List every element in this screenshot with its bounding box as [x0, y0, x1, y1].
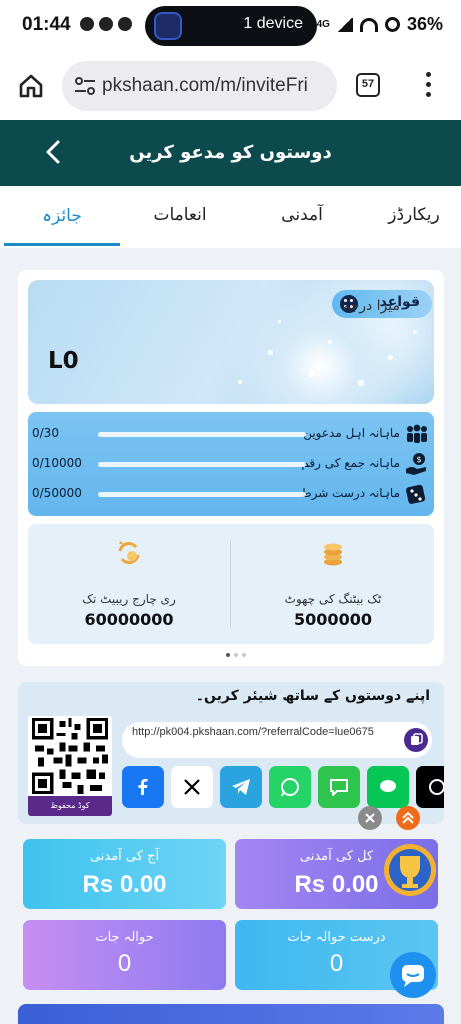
x-icon[interactable]: [171, 766, 213, 808]
sparkle: [358, 380, 364, 386]
rebate-recharge: ری چارج ریبیٹ تک 60000000: [28, 524, 230, 644]
progress-label: ماہانہ درست شرط: [300, 486, 400, 500]
money-hand-icon: $: [406, 453, 426, 475]
tab-earnings[interactable]: آمدنی: [262, 205, 342, 225]
my-level-label: میرا درجہ: [342, 298, 400, 314]
today-earnings-value: Rs 0.00: [82, 871, 167, 898]
sparkle: [238, 380, 242, 384]
dice-icon: [406, 484, 426, 504]
status-time: 01:44: [22, 14, 71, 35]
site-settings-icon[interactable]: [74, 76, 96, 96]
monthly-progress-panel: ماہانہ اہل مدعوین 0/30 $ ماہانہ جمع کی ر…: [28, 412, 434, 516]
status-bar: 01:44 1 device 4G 36%: [0, 0, 461, 52]
rebate-title: ٹک بیٹنگ کی چھوٹ: [284, 592, 382, 606]
next-section-card: [18, 1004, 444, 1024]
chat-notification-icon: [99, 17, 113, 31]
rebate-betting: ٹک بیٹنگ کی چھوٹ 5000000: [232, 524, 434, 644]
tab-records[interactable]: ریکارڈز: [374, 205, 454, 225]
progress-label: ماہانہ جمع کی رقم: [301, 456, 400, 470]
sms-icon[interactable]: [318, 766, 360, 808]
progress-track: [98, 462, 306, 467]
collapse-icon[interactable]: [358, 806, 382, 830]
progress-row-invitees: ماہانہ اہل مدعوین 0/30: [28, 420, 434, 450]
level-value: L0: [48, 348, 79, 374]
referral-link: http://pk004.pkshaan.com/?referralCode=l…: [132, 726, 374, 738]
telegram-icon[interactable]: [220, 766, 262, 808]
threads-icon[interactable]: [416, 766, 444, 808]
network-type: 4G: [316, 19, 330, 30]
sparkle: [268, 350, 273, 355]
progress-value: 0/10000: [32, 456, 82, 470]
battery-percent: 36%: [406, 14, 443, 34]
people-icon: [407, 424, 427, 443]
device-pill[interactable]: 1 device: [145, 6, 317, 46]
sparkle: [413, 330, 417, 334]
sparkle: [388, 355, 393, 360]
line-icon[interactable]: [367, 766, 409, 808]
referrals-label: حوالہ جات: [95, 930, 154, 945]
progress-value: 0/50000: [32, 486, 82, 500]
level-banner: قواعد میرا درجہ L0: [28, 280, 434, 404]
today-earnings-label: آج کی آمدنی: [89, 849, 160, 864]
share-card: اپنے دوستوں کے ساتھ شیئر کریں۔ کوڈ محفوظ…: [18, 682, 444, 824]
whatsapp-icon[interactable]: [269, 766, 311, 808]
progress-row-deposit: $ ماہانہ جمع کی رقم 0/10000: [28, 450, 434, 480]
device-pill-label: 1 device: [243, 15, 303, 32]
notification-icons: [80, 17, 132, 31]
instagram-notification-icon: [118, 17, 132, 31]
referrals-value: 0: [117, 950, 132, 977]
system-indicators: 4G 36%: [317, 14, 443, 35]
url-text: pkshaan.com/m/inviteFri: [102, 75, 308, 96]
sparkle: [328, 340, 332, 344]
rebates-panel: ٹک بیٹنگ کی چھوٹ 5000000 ری چارج ریبیٹ ت…: [28, 524, 434, 644]
progress-value: 0/30: [32, 426, 59, 440]
scroll-top-icon[interactable]: [396, 806, 420, 830]
valid-referrals-label: درست حوالہ جات: [287, 930, 386, 945]
more-menu-icon[interactable]: [426, 72, 432, 98]
overview-card: قواعد میرا درجہ L0 ماہانہ اہل مدعوین 0/3…: [18, 270, 444, 666]
sparkle: [308, 370, 315, 377]
social-share-row: [122, 766, 444, 810]
tab-bar: ریکارڈز آمدنی انعامات جائزہ: [0, 186, 461, 248]
signal-icon: [336, 17, 353, 32]
page-title: دوستوں کو مدعو کریں: [129, 142, 332, 163]
rebate-title: ری چارج ریبیٹ تک: [82, 592, 176, 606]
referrals-card: حوالہ جات 0: [23, 920, 226, 990]
address-bar[interactable]: pkshaan.com/m/inviteFri: [62, 61, 337, 111]
active-tab-indicator: [4, 243, 120, 246]
tab-switcher-button[interactable]: 57: [356, 73, 380, 97]
share-title: اپنے دوستوں کے ساتھ شیئر کریں۔: [195, 688, 430, 704]
whatsapp-notification-icon: [80, 17, 94, 31]
qr-code: [32, 718, 108, 794]
support-chat-button[interactable]: [390, 952, 436, 998]
referral-link-box[interactable]: http://pk004.pkshaan.com/?referralCode=l…: [122, 722, 432, 758]
page-header: دوستوں کو مدعو کریں: [0, 120, 461, 186]
recharge-cycle-icon: [118, 541, 140, 564]
tab-overview[interactable]: جائزہ: [22, 205, 102, 226]
carousel-pager: [226, 653, 246, 657]
coins-icon: [324, 543, 342, 566]
rebate-value: 60000000: [84, 610, 174, 629]
qr-code-panel: کوڈ محفوظ: [28, 716, 112, 816]
home-icon[interactable]: [18, 73, 44, 99]
svg-text:$: $: [417, 455, 422, 464]
progress-row-bets: ماہانہ درست شرط 0/50000: [28, 480, 434, 510]
battery-ring-icon: [384, 17, 400, 32]
progress-track: [98, 432, 306, 437]
cast-icon: [154, 12, 182, 40]
divider: [230, 541, 231, 627]
wifi-icon: [359, 17, 378, 32]
browser-toolbar: pkshaan.com/m/inviteFri 57: [0, 52, 461, 120]
sparkle: [278, 320, 281, 323]
today-earnings-card: آج کی آمدنی Rs 0.00: [23, 839, 226, 909]
tab-rewards[interactable]: انعامات: [140, 205, 220, 225]
save-qr-button[interactable]: کوڈ محفوظ: [28, 796, 112, 816]
progress-track: [98, 492, 306, 497]
progress-label: ماہانہ اہل مدعوین: [303, 426, 400, 440]
rebate-value: 5000000: [294, 610, 372, 629]
facebook-icon[interactable]: [122, 766, 164, 808]
trophy-icon[interactable]: [378, 836, 442, 900]
copy-icon[interactable]: [404, 728, 428, 752]
